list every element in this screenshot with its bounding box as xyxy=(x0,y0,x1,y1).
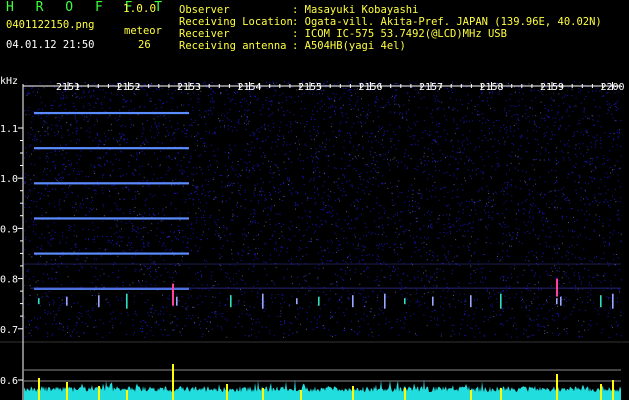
meteor-echo xyxy=(176,296,178,306)
tone-line xyxy=(34,182,189,185)
y-axis-unit: kHz xyxy=(0,76,18,87)
meteor-echo xyxy=(600,295,602,308)
x-tick-label: 2159 xyxy=(540,82,564,93)
meteor-spike xyxy=(98,386,100,400)
info-key-receiver: Receiver xyxy=(179,28,230,40)
header-panel: H R O F F T 1.0.0 0401122150.png meteor … xyxy=(0,0,629,72)
meteor-count: 26 xyxy=(138,39,151,51)
meteor-echo xyxy=(38,298,40,305)
tone-line xyxy=(34,147,189,150)
meteor-echo xyxy=(230,295,232,308)
x-tick-label: 2156 xyxy=(359,82,383,93)
x-tick-label: 2157 xyxy=(419,82,443,93)
meteor-echo xyxy=(556,298,558,305)
x-tick-label: 2152 xyxy=(117,82,141,93)
meteor-echo xyxy=(352,295,354,308)
meteor-echo xyxy=(318,296,320,306)
y-tick-label: 1.0 xyxy=(0,174,18,185)
tone-line xyxy=(34,111,189,115)
spectrogram-plot: kHz 1.1 1.0 0.9 0.8 0.7 0.6 2151 2152 2153 2154 215… xyxy=(0,72,629,400)
x-tick-label: 2200 xyxy=(601,82,625,93)
y-tick-label: 0.7 xyxy=(0,325,18,336)
meteor-echo xyxy=(126,293,128,309)
meteor-spike xyxy=(556,374,558,400)
meteor-echo xyxy=(560,296,562,306)
meteor-spike xyxy=(352,386,354,400)
observation-datetime: 04.01.12 21:50 xyxy=(6,39,95,51)
meteor-echo xyxy=(612,293,614,309)
meteor-spike xyxy=(300,390,302,400)
meteor-spike xyxy=(470,390,472,400)
meteor-label: meteor xyxy=(124,25,162,37)
meteor-spike xyxy=(600,384,602,400)
y-tick-label: 0.9 xyxy=(0,224,18,235)
image-filename: 0401122150.png xyxy=(6,19,95,31)
y-tick-label: 0.8 xyxy=(0,275,18,286)
meteor-echo xyxy=(470,295,472,308)
x-tick-label: 2155 xyxy=(298,82,322,93)
meteor-spike xyxy=(500,388,502,400)
meteor-spike xyxy=(172,364,174,400)
info-value-receiver: : ICOM IC-575 53.7492(@LCD)MHz USB xyxy=(292,28,507,40)
meteor-echo-strong xyxy=(172,283,174,306)
tone-line-weak xyxy=(30,287,621,289)
x-tick-label: 2151 xyxy=(56,82,80,93)
info-key-antenna: Receiving antenna xyxy=(179,40,287,52)
noise-band xyxy=(24,263,621,265)
meteor-spike xyxy=(66,382,68,400)
info-key-observer: Observer xyxy=(179,4,230,16)
x-tick-label: 2158 xyxy=(480,82,504,93)
info-key-location: Receiving Location xyxy=(179,16,293,28)
meteor-spike xyxy=(226,384,228,400)
meteor-spike xyxy=(404,388,406,400)
meteor-spike xyxy=(38,378,40,400)
info-value-location: : Ogata-vill. Akita-Pref. JAPAN (139.96E… xyxy=(292,16,602,28)
meteor-echo xyxy=(296,298,298,305)
meteor-echo xyxy=(384,293,386,309)
meteor-echo xyxy=(98,295,100,308)
meteor-echo xyxy=(500,293,502,309)
app-version: 1.0.0 xyxy=(123,2,157,15)
meteor-spike xyxy=(262,388,264,400)
meteor-echo-strong xyxy=(556,278,558,297)
meteor-echo xyxy=(66,296,68,306)
info-value-observer: : Masayuki Kobayashi xyxy=(292,4,419,16)
plot-background xyxy=(0,72,629,400)
meteor-echo xyxy=(262,293,264,309)
meteor-spike xyxy=(126,390,128,400)
x-tick-label: 2153 xyxy=(177,82,201,93)
meteor-echo xyxy=(432,296,434,306)
tone-line xyxy=(34,252,189,255)
meteor-spike xyxy=(612,380,614,400)
x-tick-label: 2154 xyxy=(238,82,262,93)
info-value-antenna: : A504HB(yagi 4el) xyxy=(292,40,406,52)
y-tick-label: 1.1 xyxy=(0,124,18,135)
tone-line xyxy=(34,217,189,220)
meteor-echo xyxy=(404,298,406,305)
y-tick-label: 0.6 xyxy=(0,376,18,387)
